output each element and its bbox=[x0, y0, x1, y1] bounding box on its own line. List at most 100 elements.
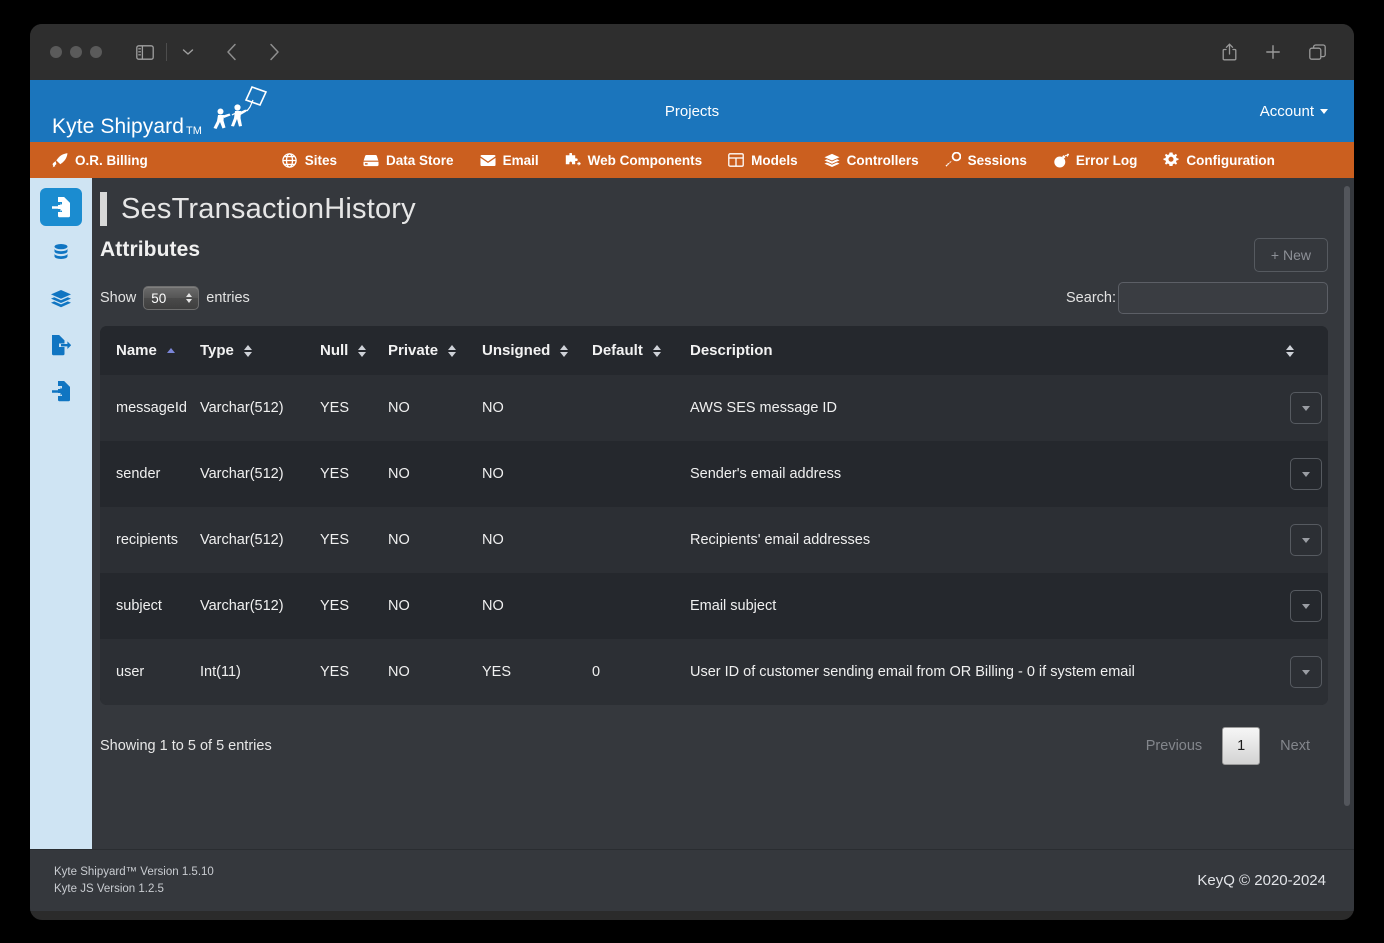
column-label: Type bbox=[200, 342, 234, 359]
next-page-button[interactable]: Next bbox=[1264, 728, 1326, 764]
sort-icon bbox=[1286, 344, 1294, 357]
table-row[interactable]: recipients Varchar(512) YES NO NO Recipi… bbox=[100, 507, 1328, 573]
cell-type: Varchar(512) bbox=[200, 466, 284, 482]
tab-overview-icon[interactable] bbox=[1302, 38, 1332, 66]
entries-label: entries bbox=[206, 290, 250, 306]
caret-down-icon bbox=[1302, 537, 1310, 543]
cell-null: YES bbox=[320, 664, 350, 680]
footer-version-shipyard: Kyte Shipyard™ Version 1.5.10 bbox=[54, 865, 214, 878]
sidebar-item-database[interactable] bbox=[40, 234, 82, 272]
chevron-down-icon[interactable] bbox=[173, 38, 203, 66]
column-header-type[interactable]: Type bbox=[200, 326, 320, 375]
scrollbar-thumb[interactable] bbox=[1344, 186, 1350, 806]
caret-down-icon bbox=[1302, 669, 1310, 675]
maximize-window-button[interactable] bbox=[90, 46, 102, 58]
sidebar-item-export[interactable] bbox=[40, 326, 82, 364]
cell-unsigned: NO bbox=[482, 598, 504, 614]
caret-down-icon bbox=[1302, 471, 1310, 477]
nav-item-sessions[interactable]: Sessions bbox=[932, 142, 1040, 178]
column-header-unsigned[interactable]: Unsigned bbox=[482, 326, 592, 375]
sidebar-item-import-2[interactable] bbox=[40, 372, 82, 410]
row-menu-button[interactable] bbox=[1290, 458, 1322, 490]
entries-per-page-select[interactable]: 50 bbox=[143, 286, 200, 310]
row-menu-button[interactable] bbox=[1290, 656, 1322, 688]
new-attribute-button[interactable]: + New bbox=[1253, 238, 1328, 272]
nav-label: Controllers bbox=[846, 152, 919, 168]
cell-null: YES bbox=[320, 400, 350, 416]
file-import-icon bbox=[52, 381, 70, 402]
table-row[interactable]: subject Varchar(512) YES NO NO Email sub… bbox=[100, 573, 1328, 639]
cell-default: 0 bbox=[592, 664, 601, 680]
nav-item-data-store[interactable]: Data Store bbox=[350, 142, 467, 178]
column-header-name[interactable]: Name bbox=[100, 326, 200, 375]
sidebar-item-import[interactable] bbox=[40, 188, 82, 226]
content-scrollbar[interactable] bbox=[1344, 178, 1352, 849]
app-header: Kyte Shipyard TM Projects Account bbox=[30, 80, 1354, 142]
cell-default bbox=[592, 375, 690, 441]
column-label: Unsigned bbox=[482, 342, 551, 359]
minimize-window-button[interactable] bbox=[70, 46, 82, 58]
footer-copyright: KeyQ © 2020-2024 bbox=[1197, 872, 1326, 889]
search-label: Search: bbox=[1066, 290, 1116, 306]
back-arrow-icon[interactable] bbox=[217, 38, 247, 66]
new-tab-icon[interactable] bbox=[1258, 38, 1288, 66]
nav-item-or-billing[interactable]: O.R. Billing bbox=[52, 142, 161, 178]
file-export-icon bbox=[52, 335, 71, 356]
previous-page-button[interactable]: Previous bbox=[1130, 728, 1218, 764]
window-controls[interactable] bbox=[50, 46, 102, 58]
cell-null: YES bbox=[320, 532, 350, 548]
brand-name: Kyte Shipyard bbox=[52, 115, 185, 138]
sidebar-item-layers[interactable] bbox=[40, 280, 82, 318]
column-header-null[interactable]: Null bbox=[320, 326, 388, 375]
cell-unsigned: NO bbox=[482, 400, 504, 416]
share-icon[interactable] bbox=[1214, 38, 1244, 66]
cell-name: recipients bbox=[116, 532, 179, 548]
table-row[interactable]: messageId Varchar(512) YES NO NO AWS SES… bbox=[100, 375, 1328, 441]
table-body: messageId Varchar(512) YES NO NO AWS SES… bbox=[100, 375, 1328, 705]
projects-link[interactable]: Projects bbox=[665, 103, 719, 120]
column-header-private[interactable]: Private bbox=[388, 326, 482, 375]
row-menu-button[interactable] bbox=[1290, 392, 1322, 424]
brand-logo[interactable]: Kyte Shipyard TM bbox=[52, 85, 272, 137]
column-header-default[interactable]: Default bbox=[592, 326, 690, 375]
forward-arrow-icon[interactable] bbox=[259, 38, 289, 66]
sort-icon bbox=[358, 344, 367, 357]
nav-item-controllers[interactable]: Controllers bbox=[811, 142, 932, 178]
cell-default bbox=[592, 507, 690, 573]
page-title: SesTransactionHistory bbox=[121, 192, 416, 225]
caret-down-icon bbox=[1320, 108, 1328, 114]
page-number-1[interactable]: 1 bbox=[1222, 727, 1261, 765]
table-header: Name Type Null Private Unsigned Default … bbox=[100, 326, 1328, 375]
account-menu[interactable]: Account bbox=[1260, 80, 1328, 142]
row-menu-button[interactable] bbox=[1290, 524, 1322, 556]
footer-version-info: Kyte Shipyard™ Version 1.5.10 Kyte JS Ve… bbox=[54, 864, 214, 897]
nav-item-configuration[interactable]: Configuration bbox=[1150, 142, 1287, 178]
main-content: SesTransactionHistory Attributes + New S… bbox=[92, 178, 1354, 849]
nav-label: Sites bbox=[304, 152, 338, 168]
section-header-row: Attributes + New bbox=[100, 238, 1328, 272]
close-window-button[interactable] bbox=[50, 46, 62, 58]
nav-item-sites[interactable]: Sites bbox=[269, 142, 350, 178]
nav-item-error-log[interactable]: Error Log bbox=[1040, 142, 1151, 178]
column-label: Default bbox=[592, 342, 643, 359]
kite-logo-icon bbox=[206, 85, 272, 136]
table-row[interactable]: user Int(11) YES NO YES 0 User ID of cus… bbox=[100, 639, 1328, 705]
sort-ascending-icon bbox=[166, 348, 175, 353]
footer-version-kytejs: Kyte JS Version 1.2.5 bbox=[54, 882, 164, 895]
table-row[interactable]: sender Varchar(512) YES NO NO Sender's e… bbox=[100, 441, 1328, 507]
app-footer: Kyte Shipyard™ Version 1.5.10 Kyte JS Ve… bbox=[30, 849, 1354, 911]
table-controls-row: Show 50 entries Search: bbox=[100, 282, 1328, 314]
nav-item-email[interactable]: Email bbox=[467, 142, 552, 178]
row-menu-button[interactable] bbox=[1290, 590, 1322, 622]
nav-item-models[interactable]: Models bbox=[715, 142, 811, 178]
search-input[interactable] bbox=[1118, 282, 1328, 314]
cell-unsigned: YES bbox=[482, 664, 512, 680]
sidebar-toggle-icon[interactable] bbox=[130, 38, 160, 66]
database-icon bbox=[363, 152, 379, 168]
column-header-description[interactable]: Description bbox=[690, 326, 1328, 375]
cell-null: YES bbox=[320, 598, 350, 614]
cell-name: subject bbox=[116, 598, 162, 614]
cell-actions bbox=[1268, 375, 1328, 441]
cell-type: Varchar(512) bbox=[200, 598, 284, 614]
nav-item-web-components[interactable]: Web Components bbox=[552, 142, 716, 178]
